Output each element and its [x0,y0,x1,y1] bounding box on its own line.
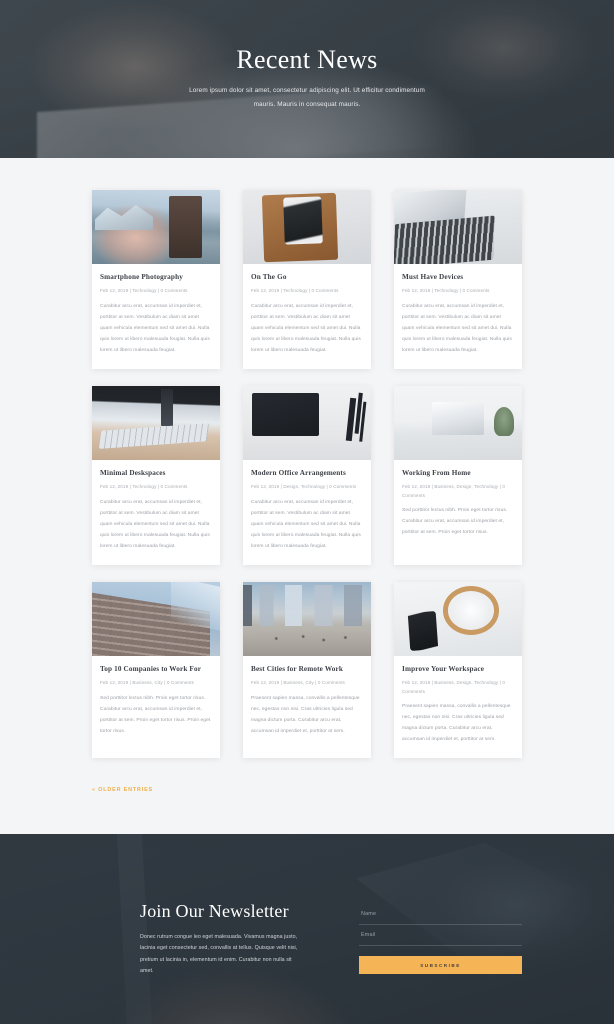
post-body: Must Have Devices Feb 12, 2019 | Technolo… [394,264,522,369]
post-title[interactable]: On The Go [251,273,363,282]
post-meta: Feb 12, 2019 | Business, Design, Technol… [402,484,506,498]
post-thumbnail[interactable] [394,386,522,460]
blog-post-grid: Smartphone Photography Feb 12, 2019 | Tec… [92,190,522,759]
hero-subtitle: Lorem ipsum dolor sit amet, consectetur … [189,87,425,108]
blog-post-card[interactable]: Best Cities for Remote Work Feb 12, 2019 … [243,582,371,759]
post-meta: Feb 12, 2019 | Technology | 0 Comments [100,288,188,294]
newsletter-section: Join Our Newsletter Donec rutrum congue … [0,834,614,1024]
post-thumbnail[interactable] [394,582,522,656]
post-thumbnail-image [92,582,220,656]
post-thumbnail[interactable] [243,582,371,656]
post-body: Minimal Deskspaces Feb 12, 2019 | Technol… [92,460,220,565]
post-title[interactable]: Minimal Deskspaces [100,469,212,478]
post-thumbnail-image [394,386,522,460]
older-entries-link[interactable]: « OLDER ENTRIES [92,787,153,793]
post-thumbnail[interactable] [243,190,371,264]
blog-post-card[interactable]: On The Go Feb 12, 2019 | Technology | 0 C… [243,190,371,369]
post-meta: Feb 12, 2019 | Business, City | 0 Commen… [251,680,345,686]
post-thumbnail-image [394,190,522,264]
post-excerpt: Sed porttitor lectus nibh. Proin eget to… [402,508,508,536]
post-excerpt: Praesent sapien massa, convallis a pelle… [251,695,360,734]
post-meta: Feb 12, 2019 | Technology | 0 Comments [100,484,188,490]
post-excerpt: Sed porttitor lectus nibh. Proin eget to… [100,695,211,734]
blog-post-card[interactable]: Must Have Devices Feb 12, 2019 | Technolo… [394,190,522,369]
post-meta: Feb 12, 2019 | Business, City | 0 Commen… [100,680,194,686]
pagination: « OLDER ENTRIES [92,778,522,834]
newsletter-form: SUBSCRIBE [359,901,522,975]
post-thumbnail-image [243,386,371,460]
post-thumbnail[interactable] [92,190,220,264]
post-excerpt: Curabitur arcu erat, accumsan id imperdi… [251,499,361,549]
hero-section: Recent News Lorem ipsum dolor sit amet, … [0,0,614,158]
post-thumbnail-image [92,190,220,264]
post-thumbnail[interactable] [394,190,522,264]
blog-section: Smartphone Photography Feb 12, 2019 | Tec… [0,158,614,835]
post-excerpt: Curabitur arcu erat, accumsan id imperdi… [100,499,210,549]
blog-post-card[interactable]: Smartphone Photography Feb 12, 2019 | Tec… [92,190,220,369]
post-title[interactable]: Improve Your Workspace [402,665,514,674]
post-body: On The Go Feb 12, 2019 | Technology | 0 C… [243,264,371,369]
post-body: Working From Home Feb 12, 2019 | Business… [394,460,522,551]
post-body: Improve Your Workspace Feb 12, 2019 | Bus… [394,656,522,758]
post-thumbnail-image [243,582,371,656]
post-title[interactable]: Best Cities for Remote Work [251,665,363,674]
post-title[interactable]: Smartphone Photography [100,273,212,282]
post-body: Smartphone Photography Feb 12, 2019 | Tec… [92,264,220,369]
post-title[interactable]: Must Have Devices [402,273,514,282]
post-body: Modern Office Arrangements Feb 12, 2019 |… [243,460,371,565]
post-body: Top 10 Companies to Work For Feb 12, 2019… [92,656,220,750]
subscribe-button[interactable]: SUBSCRIBE [359,956,522,975]
newsletter-copy: Join Our Newsletter Donec rutrum congue … [92,901,299,977]
post-thumbnail[interactable] [92,386,220,460]
post-meta: Feb 12, 2019 | Technology | 0 Comments [251,288,339,294]
blog-post-card[interactable]: Top 10 Companies to Work For Feb 12, 2019… [92,582,220,759]
post-title[interactable]: Working From Home [402,469,514,478]
post-title[interactable]: Modern Office Arrangements [251,469,363,478]
post-meta: Feb 12, 2019 | Design, Technology | 0 Co… [251,484,357,490]
post-thumbnail-image [394,582,522,656]
post-title[interactable]: Top 10 Companies to Work For [100,665,212,674]
post-thumbnail[interactable] [92,582,220,656]
newsletter-title: Join Our Newsletter [140,901,289,922]
page-title: Recent News [236,45,378,74]
hero-content: Recent News Lorem ipsum dolor sit amet, … [0,0,614,111]
post-thumbnail-image [92,386,220,460]
post-meta: Feb 12, 2019 | Technology | 0 Comments [402,288,490,294]
newsletter-content: Join Our Newsletter Donec rutrum congue … [92,834,522,977]
blog-post-card[interactable]: Minimal Deskspaces Feb 12, 2019 | Technol… [92,386,220,565]
post-thumbnail-image [243,190,371,264]
post-excerpt: Curabitur arcu erat, accumsan id imperdi… [402,303,512,353]
post-excerpt: Curabitur arcu erat, accumsan id imperdi… [100,303,210,353]
post-thumbnail[interactable] [243,386,371,460]
post-body: Best Cities for Remote Work Feb 12, 2019 … [243,656,371,750]
blog-post-card[interactable]: Working From Home Feb 12, 2019 | Business… [394,386,522,565]
blog-post-card[interactable]: Improve Your Workspace Feb 12, 2019 | Bus… [394,582,522,759]
name-field[interactable] [359,904,522,926]
post-excerpt: Curabitur arcu erat, accumsan id imperdi… [251,303,361,353]
post-meta: Feb 12, 2019 | Business, Design, Technol… [402,680,506,694]
post-excerpt: Praesent sapien massa, convallis a pelle… [402,704,511,743]
email-field[interactable] [359,925,522,947]
blog-post-card[interactable]: Modern Office Arrangements Feb 12, 2019 |… [243,386,371,565]
newsletter-description: Donec rutrum congue leo eget malesuada. … [140,934,298,975]
